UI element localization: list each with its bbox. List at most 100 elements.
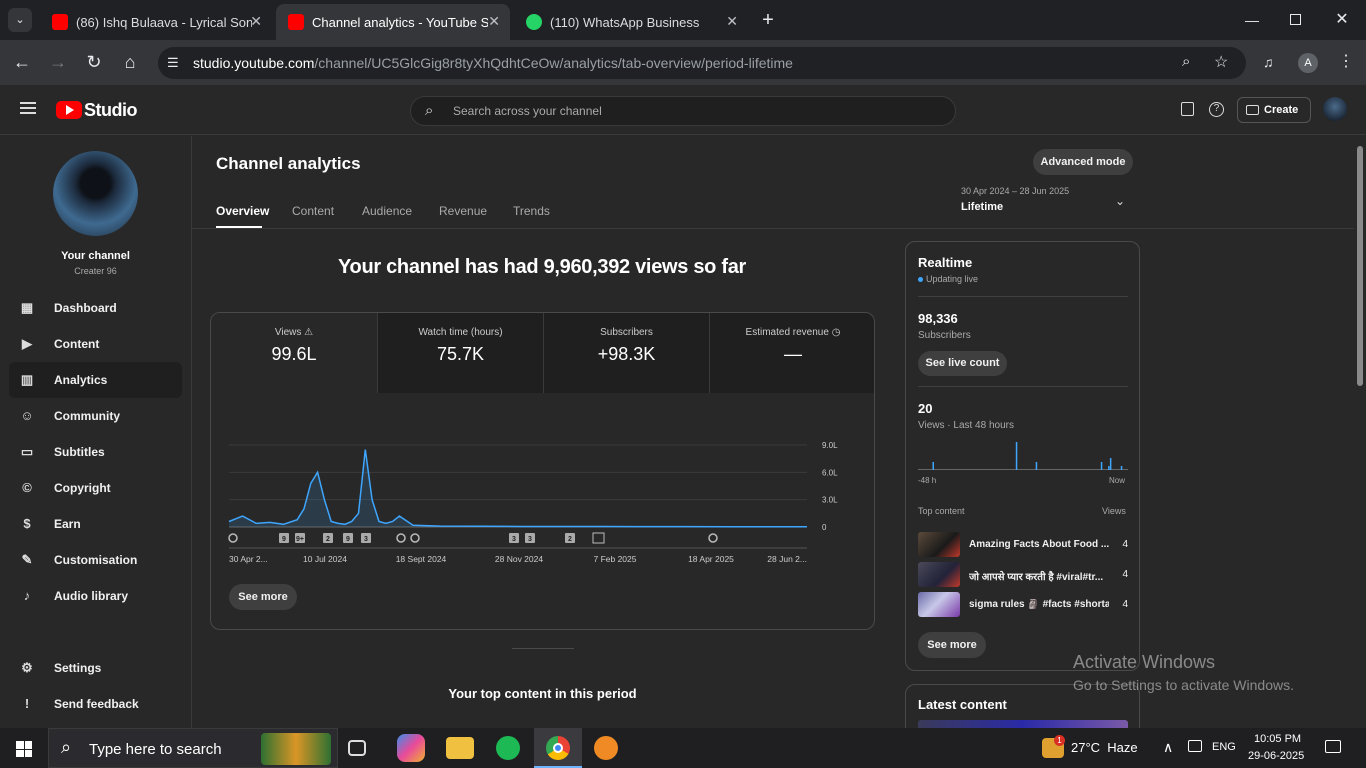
hamburger-menu-icon[interactable]: [20, 102, 36, 114]
clock-date[interactable]: 29-06-2025: [1248, 750, 1304, 762]
spotify-icon[interactable]: [496, 736, 520, 760]
tab-content[interactable]: Content: [292, 204, 334, 218]
sidebar-item-analytics[interactable]: ▥ Analytics: [9, 362, 182, 398]
copilot-icon[interactable]: [397, 734, 425, 762]
profile-avatar[interactable]: A: [1298, 53, 1318, 73]
tab-whatsapp-business[interactable]: (110) WhatsApp Business ✕: [514, 4, 748, 40]
weather-text[interactable]: 27°C Haze: [1071, 740, 1138, 755]
sidebar-item-customisation[interactable]: ✎ Customisation: [9, 542, 182, 578]
metric-views[interactable]: Views ⚠ 99.6L: [211, 313, 377, 393]
address-bar[interactable]: ☰ studio.youtube.com/channel/UC5GlcGig8r…: [158, 47, 1246, 79]
minimize-window-icon[interactable]: —: [1244, 8, 1260, 32]
svg-text:3: 3: [528, 536, 532, 543]
channel-search-input[interactable]: ⌕ Search across your channel: [410, 96, 956, 126]
windows-start-icon[interactable]: [16, 741, 32, 757]
views-chart[interactable]: 9.0L 6.0L 3.0L 0 9 9+ 2 9 3 3 3 2 30 Apr 2... 10 Ju…: [211, 417, 874, 597]
clock-icon: ◷: [831, 327, 841, 338]
chrome-taskbar-active[interactable]: [534, 728, 582, 768]
date-range-selector[interactable]: 30 Apr 2024 – 28 Jun 2025 Lifetime ⌄: [961, 186, 1131, 220]
y-tick-label: 9.0L: [822, 441, 838, 450]
help-icon[interactable]: ?: [1209, 102, 1224, 117]
see-live-count-button[interactable]: See live count: [918, 351, 1007, 376]
close-window-icon[interactable]: ✕: [1334, 8, 1350, 32]
latest-content-title: Latest content: [918, 697, 1007, 712]
page-scrollbar[interactable]: [1354, 136, 1366, 728]
create-button[interactable]: Create: [1237, 97, 1311, 123]
file-explorer-icon[interactable]: [446, 737, 474, 759]
svg-text:3: 3: [364, 536, 368, 543]
copyright-icon: ©: [22, 480, 32, 495]
realtime-views-value: 20: [918, 401, 933, 416]
sidebar-item-content[interactable]: ▶ Content: [9, 326, 182, 362]
back-arrow-icon[interactable]: ←: [10, 50, 34, 74]
realtime-subscribers-value: 98,336: [918, 311, 958, 326]
site-info-icon[interactable]: ☰: [167, 55, 179, 71]
svg-text:2: 2: [326, 536, 330, 543]
network-icon[interactable]: [1188, 740, 1202, 752]
advanced-mode-button[interactable]: Advanced mode: [1033, 149, 1133, 175]
metric-watch-time[interactable]: Watch time (hours) 75.7K: [377, 313, 543, 393]
task-view-icon[interactable]: [348, 740, 366, 756]
close-tab-icon[interactable]: ✕: [726, 13, 738, 30]
metric-subscribers[interactable]: Subscribers +98.3K: [543, 313, 709, 393]
tab-channel-analytics[interactable]: Channel analytics - YouTube Studio ✕: [276, 4, 510, 40]
realtime-range-end: Now: [1109, 476, 1126, 485]
restore-window-icon[interactable]: [1290, 14, 1301, 25]
tab-audience[interactable]: Audience: [362, 204, 412, 218]
channel-avatar[interactable]: [53, 151, 138, 236]
content-icon: ▶: [22, 336, 32, 351]
reload-icon[interactable]: ↻: [82, 50, 106, 74]
sidebar-item-audio-library[interactable]: ♪ Audio library: [9, 578, 182, 614]
metric-estimated-revenue[interactable]: Estimated revenue ◷ —: [709, 313, 874, 393]
account-avatar[interactable]: [1323, 97, 1347, 121]
forward-arrow-icon[interactable]: →: [46, 50, 70, 74]
tab-trends[interactable]: Trends: [513, 204, 550, 218]
x-tick-label: 28 Jun 2...: [767, 554, 807, 564]
taskbar-search-input[interactable]: ⌕ Type here to search: [48, 728, 338, 768]
realtime-see-more-button[interactable]: See more: [918, 632, 986, 658]
sidebar-item-dashboard[interactable]: ▦ Dashboard: [9, 290, 182, 326]
realtime-views-chart[interactable]: [918, 434, 1128, 470]
sidebar-item-settings[interactable]: ⚙ Settings: [9, 650, 182, 686]
sidebar-item-earn[interactable]: $ Earn: [9, 506, 182, 542]
channel-name: Your channel: [61, 250, 130, 262]
video-thumbnail: [918, 592, 960, 617]
chevron-up-icon[interactable]: ∧: [1163, 739, 1173, 756]
sidebar-item-community[interactable]: ☺ Community: [9, 398, 182, 434]
clock-time[interactable]: 10:05 PM: [1254, 733, 1301, 745]
close-tab-icon[interactable]: ✕: [488, 13, 500, 30]
sidebar-item-copyright[interactable]: © Copyright: [9, 470, 182, 506]
realtime-title: Realtime: [918, 255, 973, 270]
youtube-favicon-icon: [288, 14, 304, 30]
views-column-label: Views: [1102, 506, 1126, 516]
zoom-icon[interactable]: ⌕: [1182, 53, 1190, 70]
top-content-item[interactable]: sigma rules 🗿 #facts #shorta... 4: [918, 592, 1128, 618]
browser-tab-bar: ⌄ (86) Ishq Bulaava - Lyrical Song ✕ Cha…: [0, 0, 1366, 40]
notification-icon[interactable]: [1325, 740, 1341, 753]
y-tick-label: 6.0L: [822, 468, 838, 477]
tab-revenue[interactable]: Revenue: [439, 204, 487, 218]
sidebar-item-subtitles[interactable]: ▭ Subtitles: [9, 434, 182, 470]
media-control-icon[interactable]: ♫: [1263, 54, 1274, 70]
community-icon: ☺: [20, 408, 34, 423]
fl-studio-icon[interactable]: [594, 736, 618, 760]
see-more-button[interactable]: See more: [229, 584, 297, 610]
realtime-views-label: Views · Last 48 hours: [918, 420, 1014, 431]
browser-menu-icon[interactable]: ⋮: [1338, 51, 1354, 71]
language-indicator[interactable]: ENG: [1212, 741, 1236, 753]
new-tab-button[interactable]: +: [758, 8, 778, 32]
release-notes-icon[interactable]: [1181, 102, 1194, 116]
home-icon[interactable]: ⌂: [118, 50, 142, 74]
sidebar-item-send-feedback[interactable]: ! Send feedback: [9, 686, 182, 722]
svg-text:9: 9: [346, 536, 350, 543]
tab-search-button[interactable]: ⌄: [8, 8, 32, 32]
top-content-item[interactable]: Amazing Facts About Food ... 4: [918, 532, 1128, 558]
x-tick-label: 18 Sept 2024: [396, 554, 447, 564]
top-content-item[interactable]: जो आपसे प्यार करती है #viral#tr... 4: [918, 562, 1128, 588]
event-marker: 3: [509, 533, 519, 543]
close-tab-icon[interactable]: ✕: [250, 13, 262, 30]
bookmark-star-icon[interactable]: ☆: [1214, 52, 1228, 72]
tab-overview[interactable]: Overview: [216, 204, 269, 218]
channel-subtitle: Creater 96: [74, 266, 117, 276]
tab-ishq-bulaava[interactable]: (86) Ishq Bulaava - Lyrical Song ✕: [40, 4, 272, 40]
